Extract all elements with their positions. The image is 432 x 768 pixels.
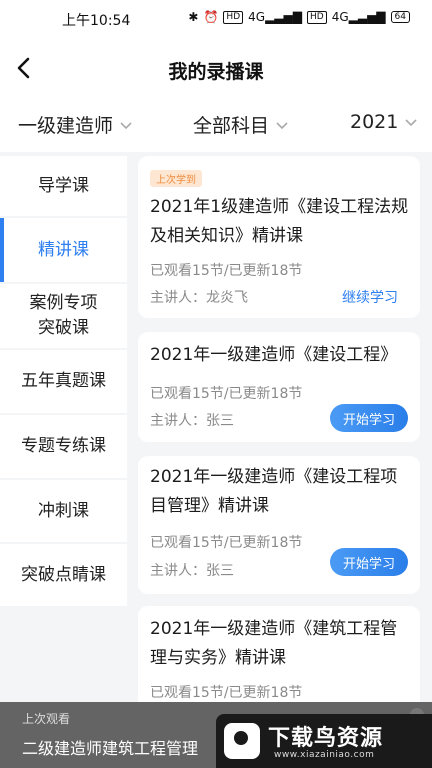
course-progress: 已观看15节/已更新18节 bbox=[150, 386, 303, 402]
course-progress: 已观看15节/已更新18节 bbox=[150, 535, 303, 551]
course-card[interactable]: 上次学到 2021年1级建造师《建设工程法规及相关知识》精讲课 已观看15节/已… bbox=[138, 156, 420, 318]
sidebar-item-label: 冲刺课 bbox=[38, 500, 89, 521]
exam-filter-label: 一级建造师 bbox=[18, 115, 114, 137]
status-bar: 上午10:54 ✱ ⏰ HD 4G▂▃▅▇ HD 4G▂▃▅▇ 64 bbox=[0, 0, 432, 40]
bluetooth-icon: ✱ bbox=[188, 10, 199, 24]
year-filter[interactable]: 2021 bbox=[350, 111, 418, 133]
exam-filter[interactable]: 一级建造师 bbox=[18, 111, 133, 138]
hd-icon: HD bbox=[223, 10, 244, 24]
signal-4g-icon-2: 4G▂▃▅▇ bbox=[331, 10, 386, 24]
page-title: 我的录播课 bbox=[168, 61, 264, 83]
status-icons: ✱ ⏰ HD 4G▂▃▅▇ HD 4G▂▃▅▇ 64 bbox=[188, 10, 410, 24]
sidebar-item-detailed[interactable]: 精讲课 bbox=[0, 218, 127, 282]
sidebar-item-sprint[interactable]: 冲刺课 bbox=[0, 480, 127, 542]
last-watched-label: 上次观看 bbox=[22, 712, 71, 726]
alarm-icon: ⏰ bbox=[203, 10, 219, 24]
watermark-url: www.xiazainiao.com bbox=[274, 750, 375, 760]
sidebar-item-label: 案例专项 突破课 bbox=[29, 293, 98, 338]
battery-icon: 64 bbox=[390, 11, 410, 23]
sidebar-item-label: 专题专练课 bbox=[21, 436, 106, 456]
sidebar-item-label: 突破点睛课 bbox=[21, 564, 106, 585]
filter-bar: 一级建造师 全部科目 2021 bbox=[0, 96, 432, 152]
course-title: 2021年一级建造师《建设工程》 bbox=[150, 345, 398, 365]
signal-4g-icon: 4G▂▃▅▇ bbox=[248, 10, 302, 24]
year-filter-label: 2021 bbox=[350, 111, 399, 133]
subject-filter-label: 全部科目 bbox=[193, 115, 270, 137]
course-teacher: 主讲人：张三 bbox=[150, 563, 234, 579]
continue-learning-button[interactable]: 继续学习 bbox=[342, 287, 398, 307]
watermark-logo-icon bbox=[224, 723, 260, 759]
course-teacher: 主讲人：龙炎飞 bbox=[150, 290, 248, 306]
subject-filter[interactable]: 全部科目 bbox=[193, 111, 289, 138]
course-card[interactable]: 2021年一级建造师《建设工程》 已观看15节/已更新18节 主讲人：张三 开始… bbox=[138, 332, 420, 442]
course-title: 2021年一级建造师《建设工程项目管理》精讲课 bbox=[150, 467, 398, 516]
category-sidebar: 导学课 精讲课 案例专项 突破课 五年真题课 专题专练课 冲刺课 突破点睛课 bbox=[0, 152, 127, 768]
start-learning-button[interactable]: 开始学习 bbox=[330, 404, 408, 432]
sidebar-item-intro[interactable]: 导学课 bbox=[0, 156, 127, 216]
course-progress: 已观看15节/已更新18节 bbox=[150, 685, 303, 701]
course-title: 2021年1级建造师《建设工程法规及相关知识》精讲课 bbox=[150, 197, 409, 246]
active-indicator bbox=[0, 218, 4, 282]
watermark: 下载鸟资源 www.xiazainiao.com bbox=[216, 714, 432, 768]
sidebar-item-topic-practice[interactable]: 专题专练课 bbox=[0, 415, 127, 478]
sidebar-item-case[interactable]: 案例专项 突破课 bbox=[0, 284, 127, 348]
course-card[interactable]: 2021年一级建造师《建设工程项目管理》精讲课 已观看15节/已更新18节 主讲… bbox=[138, 456, 420, 594]
chevron-down-icon bbox=[405, 119, 417, 127]
last-studied-badge: 上次学到 bbox=[150, 170, 202, 187]
chevron-down-icon bbox=[276, 121, 288, 129]
header: 我的录播课 bbox=[0, 40, 432, 96]
course-teacher: 主讲人：张三 bbox=[150, 413, 234, 429]
sidebar-item-past-exams[interactable]: 五年真题课 bbox=[0, 350, 127, 413]
sidebar-item-label: 导学课 bbox=[38, 175, 89, 196]
sidebar-item-label: 精讲课 bbox=[38, 239, 89, 260]
last-watched-course: 二级建造师建筑工程管理 bbox=[22, 739, 199, 758]
sidebar-item-breakthrough[interactable]: 突破点睛课 bbox=[0, 544, 127, 606]
sidebar-item-label: 五年真题课 bbox=[21, 371, 106, 391]
hd-icon-2: HD bbox=[306, 10, 327, 24]
course-title: 2021年一级建造师《建筑工程管理与实务》精讲课 bbox=[150, 619, 398, 668]
status-time: 上午10:54 bbox=[62, 13, 131, 29]
start-learning-button[interactable]: 开始学习 bbox=[330, 548, 408, 576]
course-progress: 已观看15节/已更新18节 bbox=[150, 263, 303, 279]
chevron-down-icon bbox=[120, 121, 132, 129]
watermark-name: 下载鸟资源 bbox=[268, 726, 384, 751]
